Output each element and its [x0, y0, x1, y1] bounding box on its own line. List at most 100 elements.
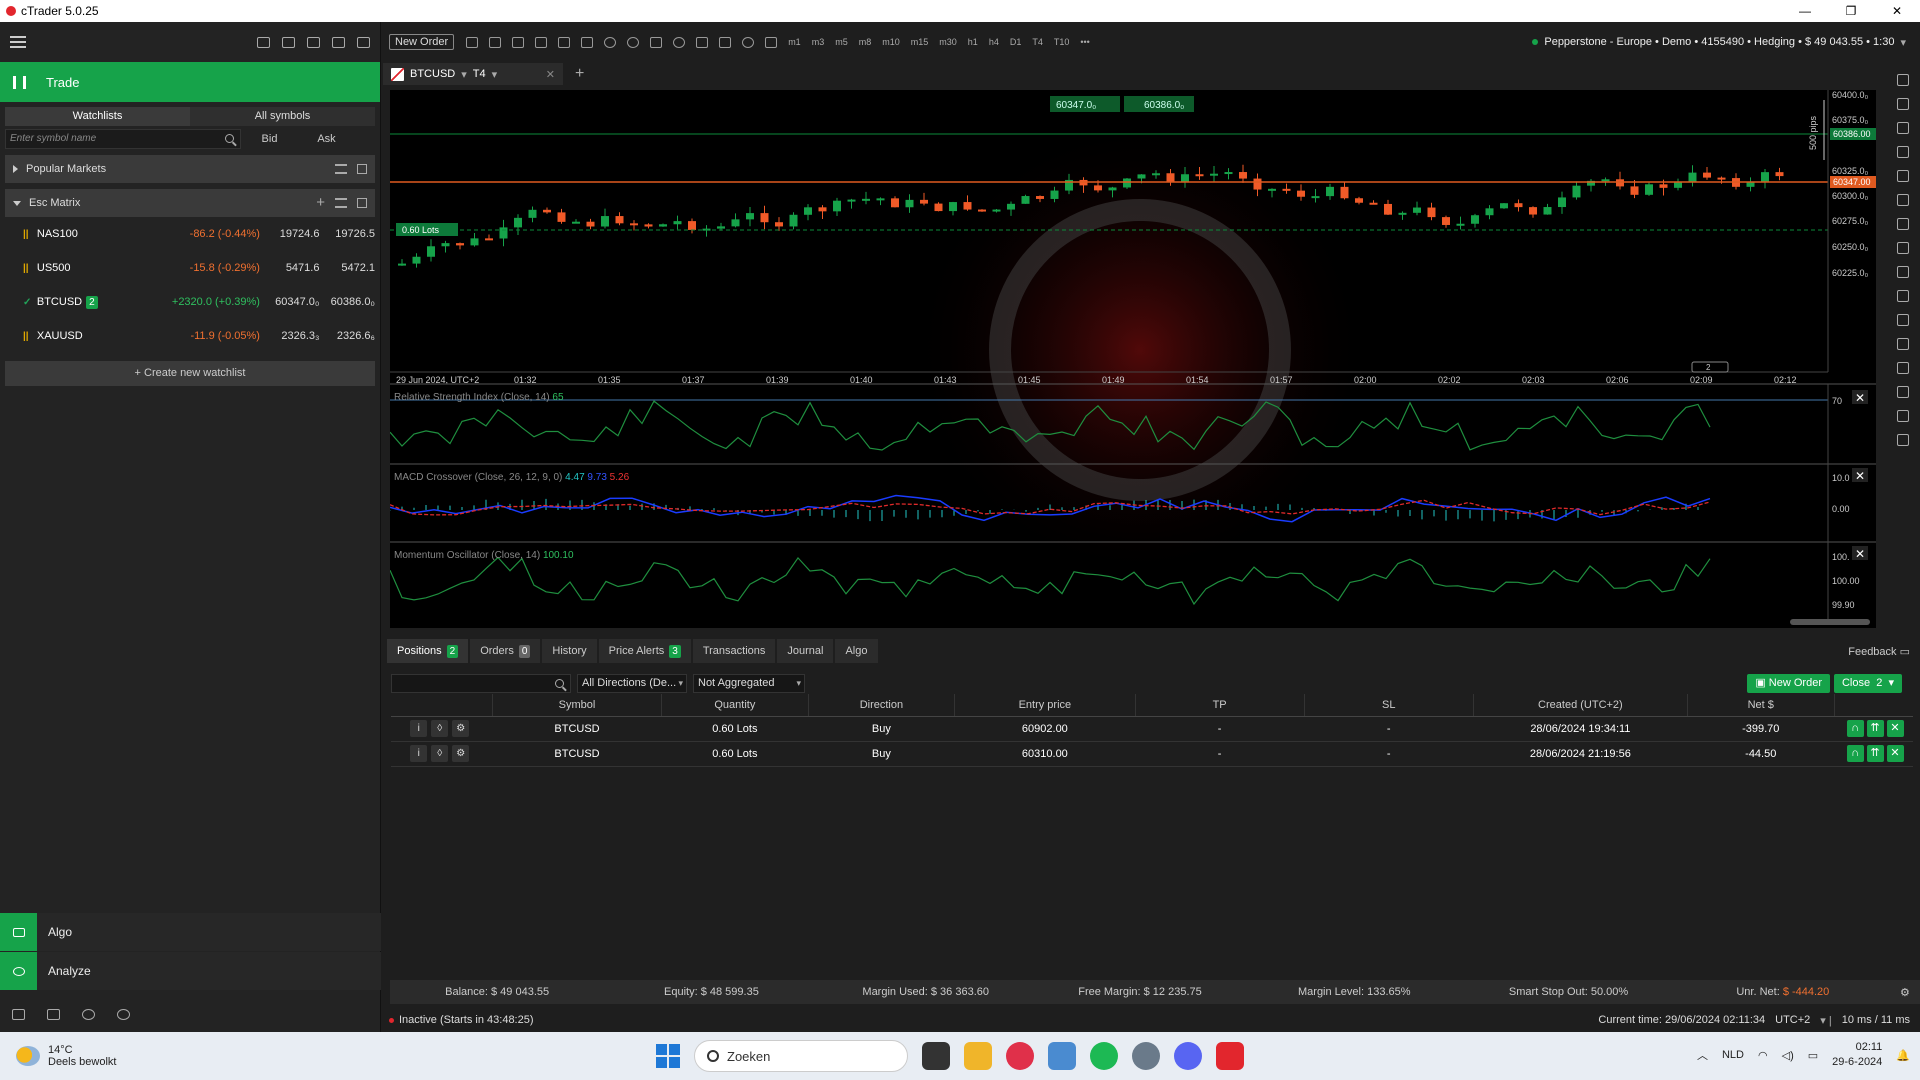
pen-icon[interactable] [1897, 194, 1909, 206]
position-sl[interactable]: - [1304, 716, 1474, 742]
cursor-icon[interactable] [1897, 74, 1909, 86]
direction-filter[interactable]: All Directions (De... [577, 673, 687, 693]
list-icon[interactable] [335, 164, 347, 174]
open-external-icon[interactable] [357, 198, 367, 208]
volume-icon[interactable]: ◁) [1782, 1049, 1794, 1062]
column-header[interactable]: TP [1134, 694, 1305, 717]
sound-icon[interactable] [307, 36, 320, 48]
info-icon[interactable]: i [410, 745, 428, 762]
layout-icon[interactable] [489, 36, 502, 48]
chart-type-icon[interactable] [466, 36, 479, 48]
zoom-out-icon[interactable] [627, 36, 640, 48]
opera-icon[interactable] [1006, 1042, 1034, 1070]
open-external-icon[interactable] [357, 164, 367, 174]
tab-algo[interactable]: Algo [835, 639, 878, 663]
close-window-button[interactable]: ✕ [1874, 4, 1920, 18]
text-icon[interactable] [1897, 338, 1909, 350]
ctrader-app-icon[interactable] [1216, 1042, 1244, 1070]
vertical-line-icon[interactable] [1897, 170, 1909, 182]
drawing-icon[interactable] [581, 36, 594, 48]
spotify-icon[interactable] [1090, 1042, 1118, 1070]
taskbar-search[interactable]: Zoeken [694, 1040, 908, 1072]
eye-icon[interactable] [742, 36, 755, 48]
color-icon[interactable] [1897, 362, 1909, 374]
timeframe-T10[interactable]: T10 [1054, 37, 1070, 47]
feedback-button[interactable]: Feedback ▭ [1848, 645, 1910, 658]
symbol-bid[interactable]: 2326.3₃ [260, 330, 319, 342]
horizontal-scrollbar[interactable] [1790, 619, 1870, 625]
column-header[interactable]: Quantity [661, 694, 809, 717]
single-chart-icon[interactable] [535, 36, 548, 48]
aggregation-filter[interactable]: Not Aggregated [693, 673, 805, 693]
weather-widget[interactable]: 14°C Deels bewolkt [16, 1044, 116, 1068]
table-row[interactable]: i ◊ ⚙ BTCUSD 0.60 Lots Buy 60310.00 - - 28… [391, 741, 1913, 767]
tab-history[interactable]: History [542, 639, 597, 663]
tab-btcusd[interactable]: BTCUSD ▾ T4 ▾ ✕ [383, 63, 563, 85]
symbol-ask[interactable]: 2326.6₆ [319, 330, 375, 342]
windows-icon[interactable] [282, 36, 295, 48]
group-popular-markets[interactable]: Popular Markets [5, 155, 375, 183]
tab-orders[interactable]: Orders 0 [470, 639, 541, 663]
language-indicator[interactable]: NLD [1722, 1049, 1744, 1061]
language-icon[interactable] [357, 36, 370, 48]
reverse-icon[interactable]: ∩ [1846, 745, 1864, 762]
symbol-ask[interactable]: 19726.5 [319, 228, 375, 240]
gear-icon[interactable]: ⚙ [1890, 986, 1920, 999]
column-header[interactable]: SL [1303, 694, 1474, 717]
tab-transactions[interactable]: Transactions [692, 639, 776, 663]
timeframe-D1[interactable]: D1 [1010, 37, 1022, 47]
fullscreen-icon[interactable] [257, 36, 270, 48]
minimize-button[interactable]: — [1782, 4, 1828, 18]
symbol-bid[interactable]: 19724.6 [260, 228, 320, 240]
timezone[interactable]: UTC+2 [1775, 1014, 1810, 1026]
start-button[interactable] [656, 1044, 680, 1068]
hamburger-menu-icon[interactable] [10, 36, 26, 48]
positions-search-input[interactable] [391, 673, 571, 693]
brush-icon[interactable] [1897, 218, 1909, 230]
indicators-icon[interactable] [650, 36, 663, 48]
photos-icon[interactable] [1048, 1042, 1076, 1070]
gear-icon[interactable]: ⚙ [452, 745, 470, 762]
camera-icon[interactable] [1897, 386, 1909, 398]
split-chart-icon[interactable] [558, 36, 571, 48]
group-esc-matrix[interactable]: Esc Matrix + [5, 189, 375, 217]
close-rsi-icon[interactable]: ✕ [1852, 390, 1868, 405]
help-icon[interactable] [117, 1008, 130, 1020]
alert-icon[interactable] [1897, 410, 1909, 422]
column-header[interactable]: Symbol [491, 694, 662, 717]
replay-icon[interactable] [1897, 434, 1909, 446]
double-icon[interactable]: ⇈ [1866, 745, 1884, 762]
timeframe-m5[interactable]: m5 [835, 37, 848, 47]
timeframe-m1[interactable]: m1 [788, 37, 801, 47]
shield-icon[interactable]: ◊ [431, 745, 449, 762]
store-icon[interactable] [47, 1008, 60, 1020]
timeframe-h1[interactable]: h1 [968, 37, 978, 47]
column-header[interactable]: Direction [807, 694, 955, 717]
maximize-button[interactable]: ❐ [1828, 4, 1874, 18]
trend-line-icon[interactable] [1897, 122, 1909, 134]
timeframe-m15[interactable]: m15 [911, 37, 929, 47]
close-macd-icon[interactable]: ✕ [1852, 468, 1868, 483]
timeframe-m3[interactable]: m3 [812, 37, 825, 47]
grid-icon[interactable] [512, 36, 525, 48]
tab-watchlists[interactable]: Watchlists [5, 107, 190, 126]
tab-all-symbols[interactable]: All symbols [190, 107, 375, 126]
close-all-button[interactable]: Close 2 ▾ [1833, 673, 1902, 693]
copy-icon[interactable] [12, 1008, 25, 1020]
create-watchlist-button[interactable]: + Create new watchlist [5, 361, 375, 386]
settings-icon[interactable] [82, 1008, 95, 1020]
price-chart[interactable]: 60400.0₀ 60375.0₀ 60325.0₀ 60300.0₀ 60275.0₀… [390, 90, 1876, 628]
timeframe-m10[interactable]: m10 [882, 37, 900, 47]
tab-journal[interactable]: Journal [777, 639, 834, 663]
plus-icon[interactable]: + [316, 195, 325, 210]
ellipse-icon[interactable] [1897, 314, 1909, 326]
fib-icon[interactable] [1897, 266, 1909, 278]
task-view-icon[interactable] [922, 1042, 950, 1070]
symbol-ask[interactable]: 5472.1 [319, 262, 375, 274]
watchlist-row[interactable]: || US500 -15.8 (-0.29%) 5471.6 5472.1 [0, 251, 380, 285]
close-tab-icon[interactable]: ✕ [546, 68, 555, 81]
template-icon[interactable] [696, 36, 709, 48]
position-tp[interactable]: - [1135, 716, 1305, 742]
settings-app-icon[interactable] [1132, 1042, 1160, 1070]
column-header[interactable]: Entry price [954, 694, 1136, 717]
